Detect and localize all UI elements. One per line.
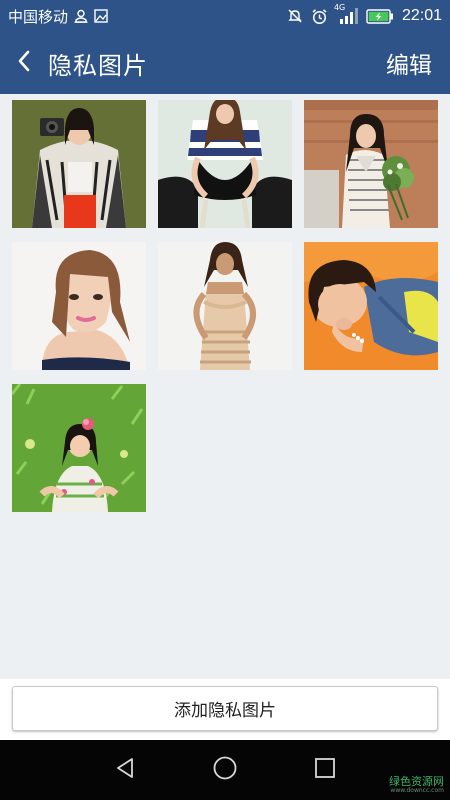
photo-thumbnail-5[interactable] [158,242,292,370]
battery-charging-icon [366,8,394,24]
edit-button[interactable]: 编辑 [386,46,432,80]
app-screen: 中国移动 4G 22:01 隐私图片 编辑 添加隐私图片 绿色资源网 www.d… [0,0,450,800]
circle-home-icon [212,755,238,785]
clock-label: 22:01 [401,7,442,24]
alarm-icon [311,8,328,25]
photo-thumbnail-7[interactable] [12,384,146,512]
add-private-photo-button[interactable]: 添加隐私图片 [12,686,438,731]
signal-icon: 4G [334,3,358,24]
triangle-back-icon [113,756,137,784]
image-icon [94,9,108,23]
watermark-url: www.downcc.com [390,787,444,794]
page-title: 隐私图片 [48,51,148,80]
nav-back-button[interactable] [109,754,141,786]
watermark: 绿色资源网 www.downcc.com [389,776,444,794]
nav-recents-button[interactable] [309,754,341,786]
square-recents-icon [314,757,336,783]
network-type-label: 4G [333,3,346,12]
photo-thumbnail-3[interactable] [304,100,438,228]
back-button[interactable] [0,32,48,94]
carrier-label: 中国移动 [8,7,69,26]
nav-home-button[interactable] [209,754,241,786]
chevron-left-icon [16,49,32,77]
navigation-bar: 绿色资源网 www.downcc.com [0,740,450,800]
person-icon [74,9,88,23]
watermark-title: 绿色资源网 [389,775,444,788]
photo-thumbnail-6[interactable] [304,242,438,370]
photo-thumbnail-1[interactable] [12,100,146,228]
add-button-bar: 添加隐私图片 [0,679,450,740]
photo-gallery [0,94,450,679]
photo-thumbnail-4[interactable] [12,242,146,370]
photo-thumbnail-2[interactable] [158,100,292,228]
title-bar: 隐私图片 编辑 [0,32,450,94]
mute-icon [287,8,303,24]
status-bar: 中国移动 4G 22:01 [0,0,450,32]
